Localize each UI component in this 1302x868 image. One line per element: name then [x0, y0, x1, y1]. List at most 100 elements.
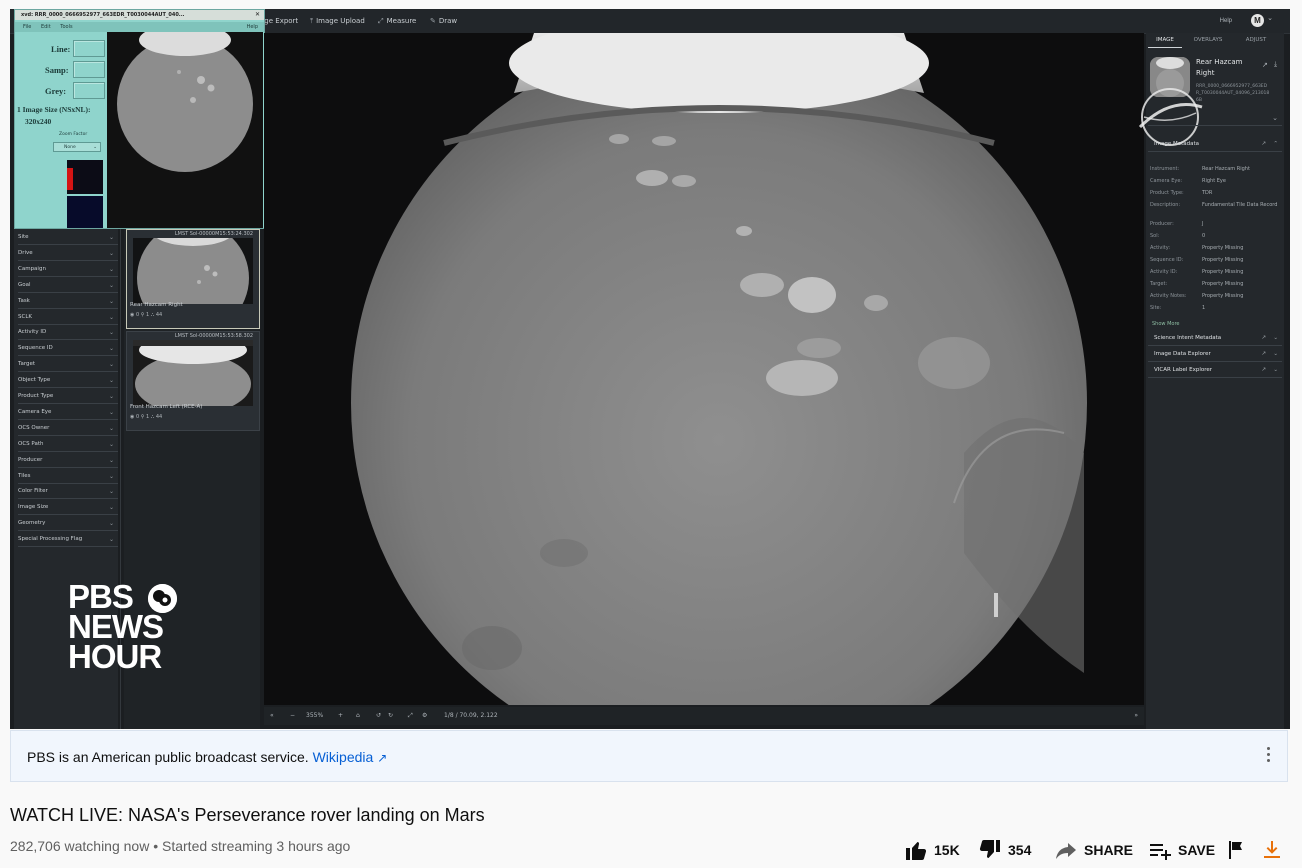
metadata-value: 1 — [1202, 305, 1206, 311]
zoom-in-icon[interactable]: + — [338, 707, 343, 725]
open-external-icon[interactable]: ↗ — [1262, 61, 1268, 69]
line-field[interactable] — [73, 40, 105, 57]
filter-special-processing-flag[interactable]: Special Processing Flag ⌄ — [18, 533, 118, 548]
collapse-left-icon[interactable]: « — [270, 707, 274, 725]
section-title: Image Data Explorer — [1154, 351, 1211, 357]
thumbnail-stats: ◉ 0 ⚲ 1 ⛬ 44 — [130, 414, 163, 420]
measure-icon: ⤢ — [378, 17, 384, 25]
section-title: Image Metadata — [1154, 141, 1200, 147]
video-meta: 282,706 watching now • Started streaming… — [10, 838, 351, 854]
filter-campaign[interactable]: Campaign ⌄ — [18, 263, 118, 277]
tab-image[interactable]: IMAGE — [1148, 33, 1182, 48]
hazcam-image — [264, 33, 1144, 705]
section-title: VICAR Label Explorer — [1154, 367, 1213, 373]
section-vicar-label-explorer[interactable]: VICAR Label Explorer ↗ ⌄ — [1148, 363, 1282, 378]
share-label: SHARE — [1084, 842, 1134, 858]
wikipedia-link[interactable]: Wikipedia — [313, 749, 374, 765]
expand-icon[interactable]: ↗ — [1261, 331, 1266, 345]
section-science-intent-metadata[interactable]: Science Intent Metadata ↗ ⌄ — [1148, 331, 1282, 346]
toolbar-draw[interactable]: ✎ Draw — [430, 9, 457, 33]
section-image-metadata[interactable]: Image Metadata ↗ ⌃ — [1148, 137, 1282, 152]
rotate-right-icon[interactable]: ↻ — [388, 707, 393, 725]
more-options-icon[interactable] — [1267, 747, 1271, 765]
metadata-value: Property Missing — [1202, 245, 1244, 251]
image-selector[interactable]: ⌄ — [1148, 115, 1282, 126]
chevron-down-icon: ⌄ — [108, 504, 114, 512]
fullscreen-icon[interactable]: ⤢ — [408, 707, 413, 725]
settings-icon[interactable]: ⚙ — [422, 707, 427, 725]
zoom-factor-select[interactable]: None ⌄ — [53, 142, 101, 152]
toolbar-label: Draw — [438, 17, 458, 25]
filter-producer[interactable]: Producer ⌄ — [18, 454, 118, 468]
metadata-value: Property Missing — [1202, 293, 1244, 299]
save-label: SAVE — [1178, 842, 1216, 858]
menu-help[interactable]: Help — [247, 22, 258, 32]
chevron-down-icon[interactable]: ⌄ — [1267, 14, 1273, 22]
metadata-key: Activity Notes: — [1150, 293, 1187, 299]
tab-adjust[interactable]: ADJUST — [1236, 33, 1276, 47]
help-link[interactable]: Help — [1220, 9, 1232, 33]
metadata-value: 0 — [1202, 233, 1206, 239]
chevron-down-icon: ⌄ — [1273, 335, 1278, 341]
thumbnail-front-hazcam-left[interactable]: LMST Sol-00000M15:53:58.302 Front Hazcam… — [126, 331, 260, 431]
xvd-title-bar[interactable]: xvd: RRR_0000_0666952977_663EDR_T0030044… — [15, 10, 264, 20]
thumbs-down-icon — [979, 840, 1000, 858]
dislike-count: 354 — [1008, 842, 1032, 858]
download-icon[interactable]: ⤓ — [1274, 61, 1277, 69]
close-icon[interactable]: ✕ — [255, 10, 260, 20]
menu-file[interactable]: File — [23, 24, 31, 30]
metadata-value: Property Missing — [1202, 257, 1244, 263]
filter-goal[interactable]: Goal ⌄ — [18, 279, 118, 293]
video-player[interactable]: age Export ⤒ Image Upload ⤢ Measure ✎ Draw … — [10, 9, 1290, 729]
tab-overlays[interactable]: OVERLAYS — [1186, 33, 1230, 47]
filter-image-size[interactable]: Image Size ⌄ — [18, 501, 118, 516]
external-link-icon[interactable]: ↗ — [377, 751, 387, 765]
menu-edit[interactable]: Edit — [41, 24, 51, 30]
home-icon[interactable]: ⌂ — [356, 707, 360, 725]
metadata-key: Product Type: — [1150, 190, 1184, 196]
chevron-down-icon: ⌄ — [1273, 367, 1278, 373]
playlist-add-icon — [1150, 844, 1171, 860]
filter-label: OCS Path — [18, 440, 44, 447]
rotate-left-icon[interactable]: ↺ — [376, 707, 381, 725]
filter-ocs-path[interactable]: OCS Path ⌄ — [18, 438, 118, 452]
avatar[interactable]: M — [1251, 14, 1264, 27]
toolbar-measure[interactable]: ⤢ Measure — [378, 9, 416, 33]
expand-icon[interactable]: ↗ — [1261, 347, 1266, 361]
filter-activity-id[interactable]: Activity ID ⌄ — [18, 326, 118, 341]
grey-field[interactable] — [73, 82, 105, 99]
filter-sclk[interactable]: SCLK ⌄ — [18, 311, 118, 325]
filter-sequence-id[interactable]: Sequence ID ⌄ — [18, 342, 118, 357]
expand-icon[interactable]: ↗ — [1261, 137, 1266, 151]
filter-product-type[interactable]: Product Type ⌄ — [18, 390, 118, 404]
metadata-value: Rear Hazcam Right — [1202, 166, 1250, 172]
section-image-data-explorer[interactable]: Image Data Explorer ↗ ⌄ — [1148, 347, 1282, 362]
filter-label: Product Type — [18, 393, 54, 399]
filter-site[interactable]: Site ⌄ — [18, 231, 118, 245]
show-more-link[interactable]: Show More — [1152, 321, 1179, 327]
filter-ocs-owner[interactable]: OCS Owner ⌄ — [18, 422, 118, 436]
filter-color-filter[interactable]: Color Filter ⌄ — [18, 485, 118, 500]
thumbnail-label: Front Hazcam Left (RCE-A) — [130, 404, 203, 410]
filter-camera-eye[interactable]: Camera Eye ⌄ — [18, 406, 118, 420]
collapse-right-icon[interactable]: » — [1134, 707, 1138, 725]
image-viewer[interactable] — [264, 33, 1144, 705]
zoom-out-icon[interactable]: − — [290, 707, 295, 725]
filter-task[interactable]: Task ⌄ — [18, 295, 118, 309]
samp-field[interactable] — [73, 61, 105, 78]
expand-icon[interactable]: ↗ — [1261, 363, 1266, 377]
like-count: 15K — [934, 842, 960, 858]
toolbar-image-export[interactable]: age Export — [260, 9, 298, 33]
filter-object-type[interactable]: Object Type ⌄ — [18, 374, 118, 389]
grey-label: Grey: — [45, 86, 67, 96]
xvd-title: xvd: RRR_0000_0666952977_663EDR_T0030044… — [21, 12, 185, 18]
toolbar-image-upload[interactable]: ⤒ Image Upload — [310, 9, 365, 33]
metadata-key: Sequence ID: — [1150, 257, 1184, 263]
filter-tiles[interactable]: Tiles ⌄ — [18, 470, 118, 484]
filter-label: Goal — [18, 281, 31, 288]
filter-drive[interactable]: Drive ⌄ — [18, 247, 118, 261]
menu-tools[interactable]: Tools — [60, 24, 72, 30]
thumbnail-rear-hazcam-right[interactable]: LMST Sol-00000M15:53:24.302 Rear Hazcam … — [126, 229, 260, 329]
filter-geometry[interactable]: Geometry ⌄ — [18, 517, 118, 532]
filter-target[interactable]: Target ⌄ — [18, 358, 118, 373]
